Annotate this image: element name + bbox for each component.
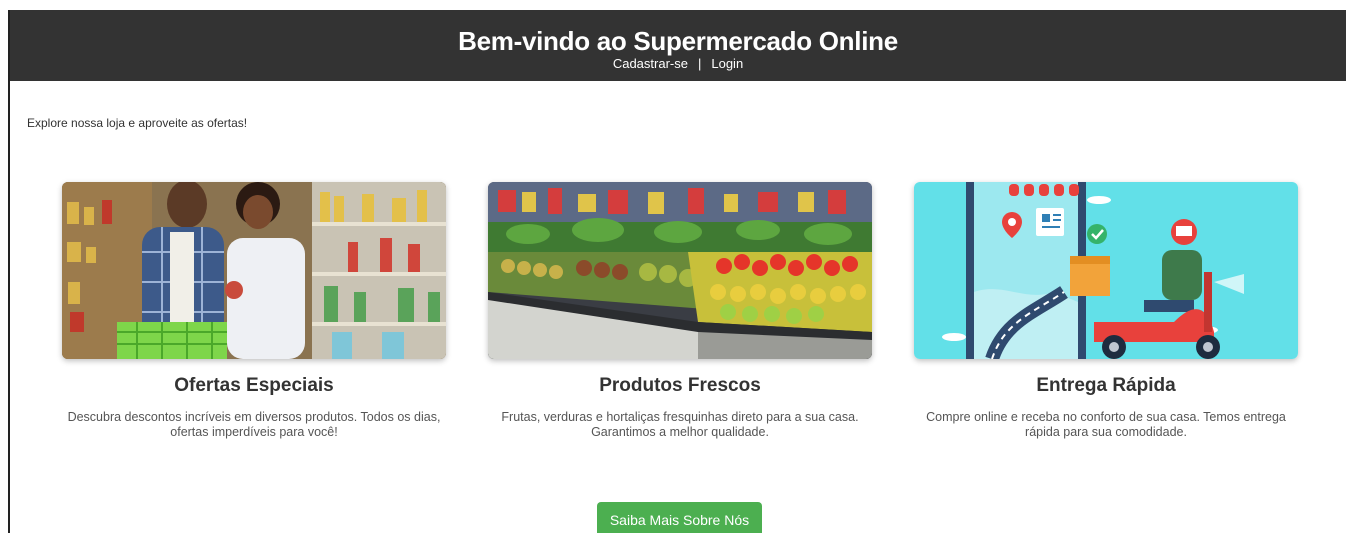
signup-link[interactable]: Cadastrar-se: [613, 56, 688, 71]
card-title: Produtos Frescos: [599, 375, 761, 396]
nav-separator: |: [697, 56, 702, 71]
delivery-illustration: [914, 182, 1298, 359]
header-nav: Cadastrar-se | Login: [10, 56, 1346, 72]
site-header: Bem-vindo ao Supermercado Online Cadastr…: [10, 10, 1346, 81]
card-description: Compre online e receba no conforto de su…: [926, 410, 1286, 439]
page-top-border: [0, 0, 1352, 10]
card-description: Frutas, verduras e hortaliças fresquinha…: [501, 410, 859, 439]
card-title: Entrega Rápida: [1036, 375, 1176, 396]
card-description: Descubra descontos incríveis em diversos…: [67, 410, 441, 439]
learn-more-button[interactable]: Saiba Mais Sobre Nós: [597, 502, 762, 533]
login-link[interactable]: Login: [711, 56, 743, 71]
card-title: Ofertas Especiais: [174, 375, 334, 396]
card-fresh-products: Produtos Frescos Frutas, verduras e hort…: [488, 182, 872, 440]
page-title: Bem-vindo ao Supermercado Online: [458, 26, 898, 56]
intro-text: Explore nossa loja e aproveite as oferta…: [27, 116, 248, 130]
card-special-offers: Ofertas Especiais Descubra descontos inc…: [62, 182, 446, 440]
page-left-border: [8, 10, 10, 533]
card-fast-delivery: Entrega Rápida Compre online e receba no…: [914, 182, 1298, 440]
fresh-produce-image: [488, 182, 872, 359]
couple-shopping-image: [62, 182, 446, 359]
